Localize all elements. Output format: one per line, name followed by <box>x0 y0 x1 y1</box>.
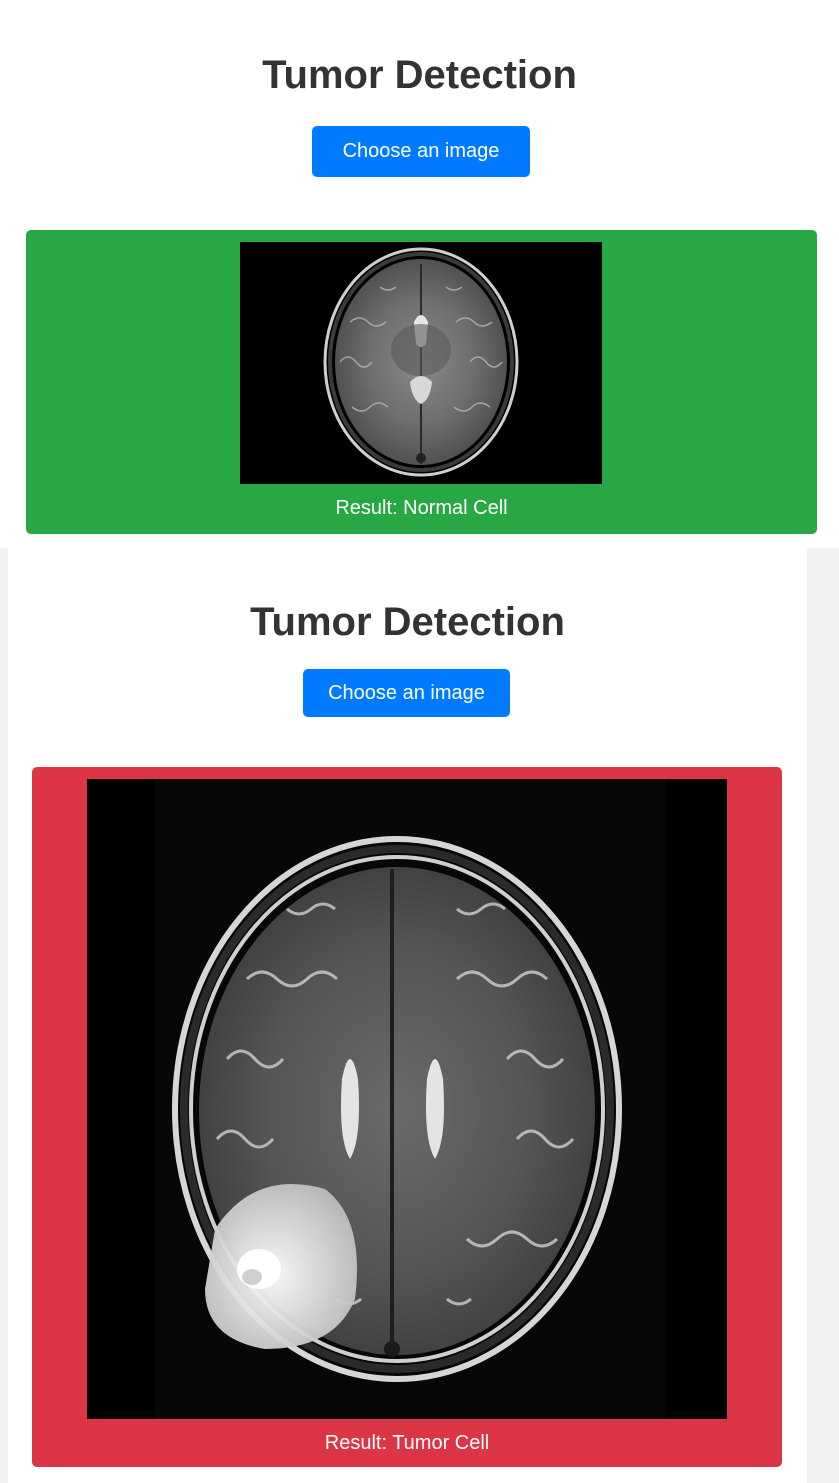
tumor-detection-panel-normal: Tumor Detection Choose an image Result: … <box>0 0 839 548</box>
page-title: Tumor Detection <box>262 53 577 97</box>
choose-image-button[interactable]: Choose an image <box>312 126 530 177</box>
mri-scan-image <box>87 779 727 1419</box>
result-card-normal: Result: Normal Cell <box>26 230 817 534</box>
mri-scan-image <box>240 242 602 484</box>
tumor-detection-panel-tumor: Tumor Detection Choose an image Result: … <box>8 548 807 1483</box>
choose-image-button[interactable]: Choose an image <box>303 669 510 717</box>
result-label: Result: Tumor Cell <box>324 1432 490 1454</box>
result-card-tumor: Result: Tumor Cell <box>32 767 782 1467</box>
page-title: Tumor Detection <box>250 600 565 644</box>
result-label: Result: Normal Cell <box>335 497 508 519</box>
